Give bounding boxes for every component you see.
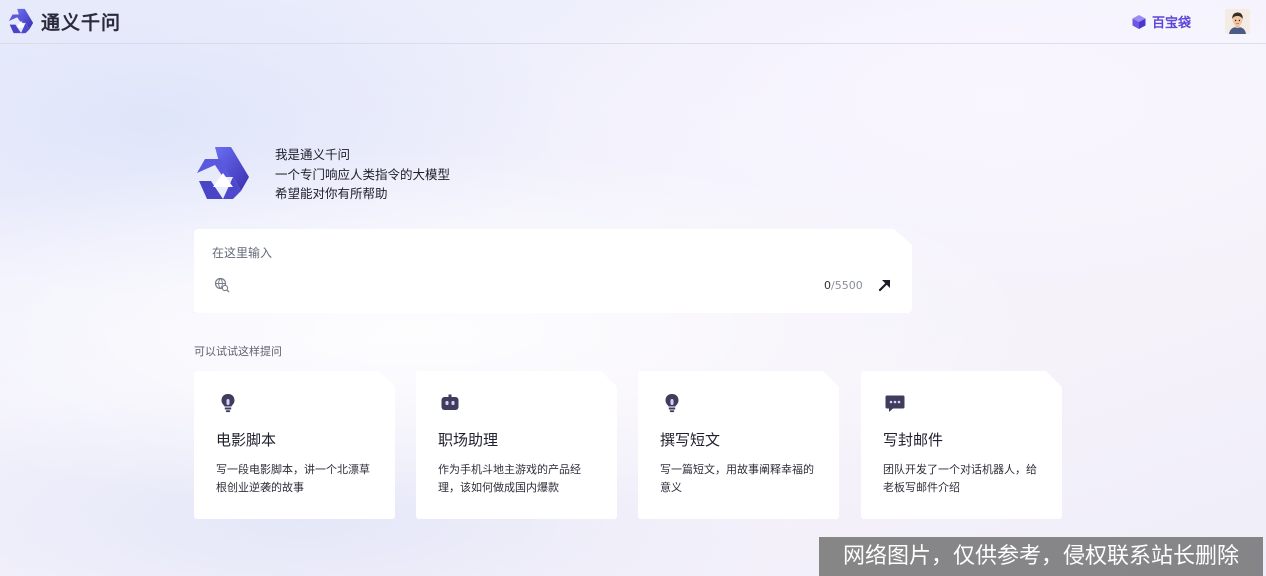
brand-name: 通义千问 [41, 11, 122, 34]
intro-line-3: 希望能对你有所帮助 [275, 186, 388, 201]
send-arrow-icon[interactable] [876, 276, 894, 294]
watermark-banner: 网络图片，仅供参考，侵权联系站长删除 [819, 537, 1263, 576]
brand[interactable]: 通义千问 [7, 7, 121, 35]
web-search-icon[interactable] [214, 277, 230, 293]
tongyi-logo-large-icon [197, 147, 249, 199]
top-bar: 通义千问 百宝袋 [0, 0, 1266, 44]
intro-message: 我是通义千问 一个专门响应人类指令的大模型 希望能对你有所帮助 [275, 145, 450, 204]
suggestion-card-email[interactable]: 写封邮件 团队开发了一个对话机器人，给老板写邮件介绍 [861, 371, 1062, 519]
card-description: 写一段电影脚本，讲一个北漂草根创业逆袭的故事 [216, 463, 370, 494]
user-avatar[interactable] [1225, 9, 1250, 34]
card-description: 团队开发了一个对话机器人，给老板写邮件介绍 [883, 463, 1037, 494]
card-description: 作为手机斗地主游戏的产品经理，该如何做成国内爆款 [438, 463, 581, 494]
suggestions-title: 可以试试这样提问 [194, 345, 282, 358]
lightbulb-icon [665, 394, 679, 413]
prompt-input-card: 0/5500 [194, 229, 912, 313]
prompt-input[interactable] [212, 243, 872, 263]
card-title: 写封邮件 [883, 431, 944, 449]
toolbox-label: 百宝袋 [1152, 16, 1192, 31]
card-title: 职场助理 [438, 431, 499, 449]
char-count-max: /5500 [831, 279, 863, 292]
char-counter: 0/5500 [824, 279, 863, 292]
robot-icon [441, 394, 459, 410]
suggestion-card-movie-script[interactable]: 电影脚本 写一段电影脚本，讲一个北漂草根创业逆袭的故事 [194, 371, 395, 519]
avatar-icon [1225, 9, 1250, 34]
chat-bubble-icon [885, 395, 905, 412]
toolbox-button[interactable]: 百宝袋 [1131, 12, 1191, 31]
card-description: 写一篇短文，用故事阐释幸福的意义 [660, 463, 814, 494]
card-title: 电影脚本 [216, 431, 277, 449]
suggestion-card-short-essay[interactable]: 撰写短文 写一篇短文，用故事阐释幸福的意义 [638, 371, 839, 519]
char-count-current: 0 [824, 279, 831, 292]
intro-line-2: 一个专门响应人类指令的大模型 [275, 166, 451, 182]
intro-line-1: 我是通义千问 [275, 147, 351, 162]
cube-icon [1132, 14, 1146, 29]
card-title: 撰写短文 [660, 431, 721, 449]
tongyi-logo-icon [8, 8, 34, 34]
suggestion-card-work-assistant[interactable]: 职场助理 作为手机斗地主游戏的产品经理，该如何做成国内爆款 [416, 371, 617, 519]
lightbulb-icon [221, 394, 235, 413]
